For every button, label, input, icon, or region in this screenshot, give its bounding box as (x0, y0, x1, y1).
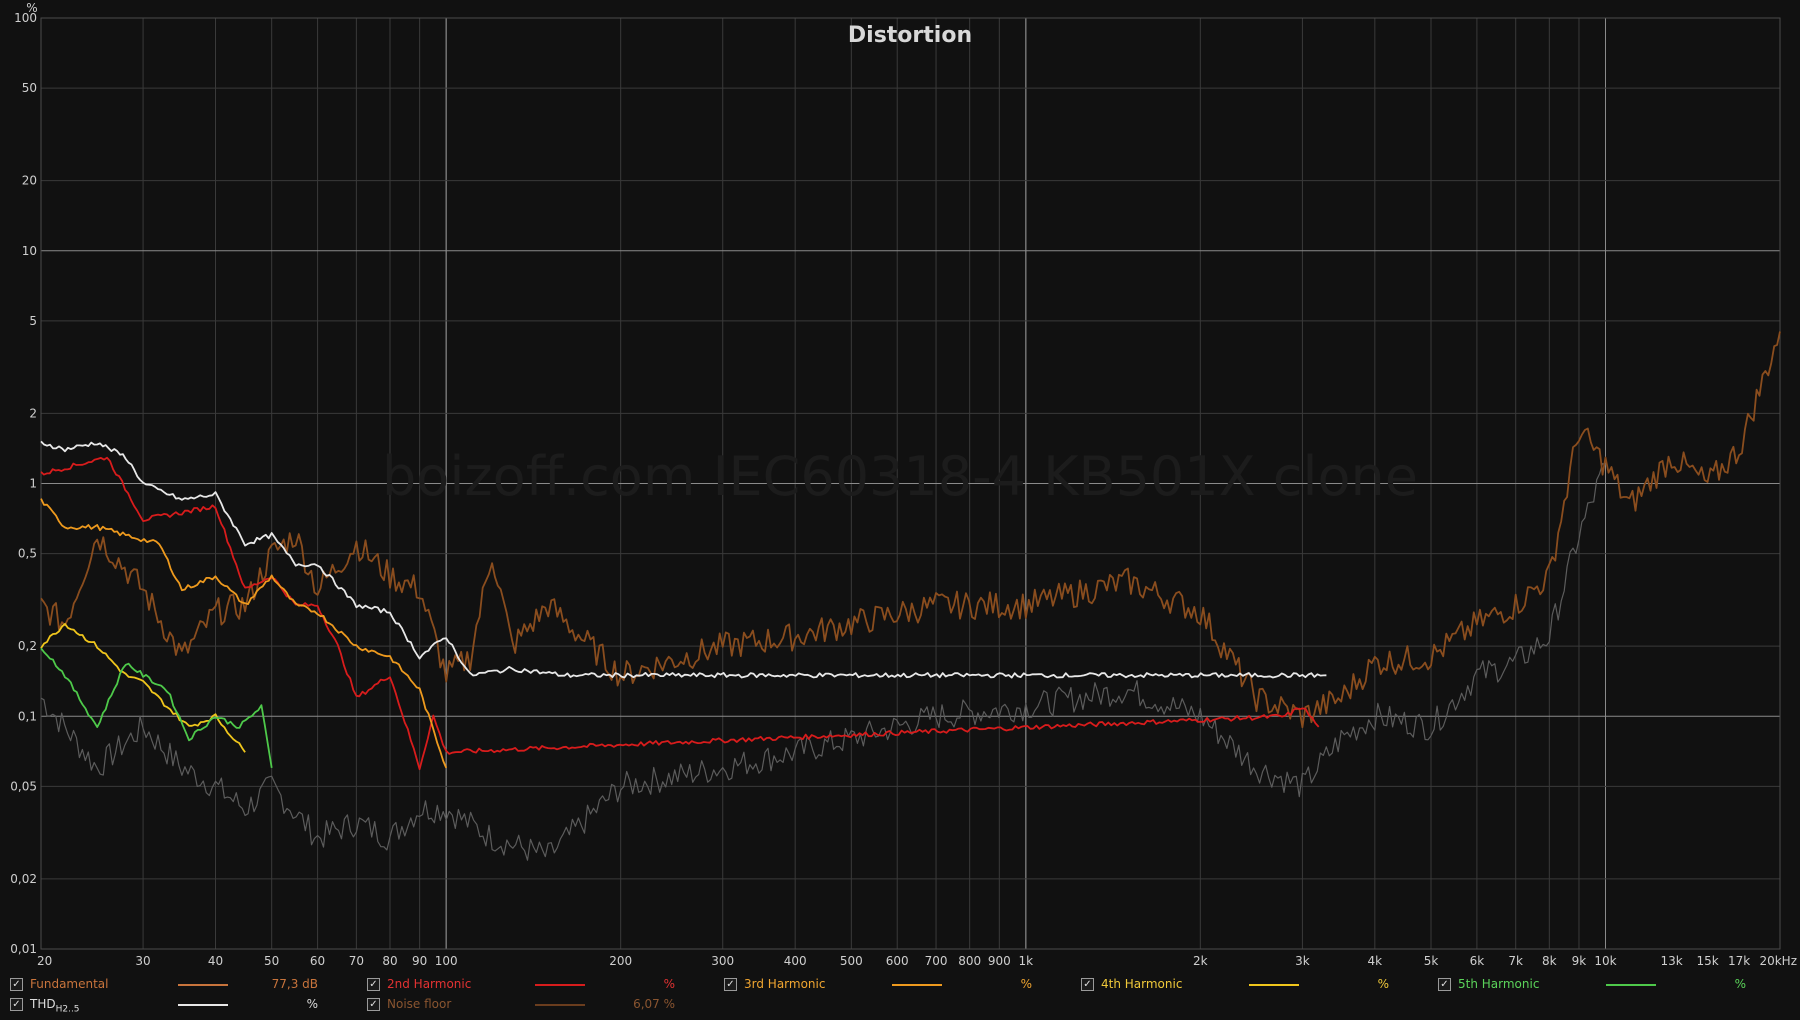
legend-item-noise-floor: ✓ Noise floor 6,07 % (367, 995, 707, 1015)
x-tick-label: 90 (412, 954, 427, 968)
x-tick-label: 2k (1193, 954, 1208, 968)
x-tick-label: 200 (609, 954, 632, 968)
legend-item-3rd-harmonic: ✓ 3rd Harmonic% (724, 975, 1064, 995)
legend-label: Noise floor (387, 997, 452, 1011)
distortion-chart: 100 50 20 10 5 2 1 0,5 0,2 0,1 0,05 0,02 0,01 20 30 40… (0, 0, 1800, 1020)
legend-subscript: H2..5 (55, 1004, 80, 1015)
legend-label: 2nd Harmonic (387, 977, 472, 991)
y-tick-label: 10 (22, 244, 37, 258)
x-tick-label: 15k (1696, 954, 1718, 968)
watermark-text: boizoff.com IEC60318-4 KB501X clone (382, 445, 1418, 508)
legend-swatch (1606, 984, 1656, 986)
x-tick-label: 8k (1542, 954, 1557, 968)
x-tick-label: 20kHz (1759, 954, 1797, 968)
legend-row-1: ✓ Fundamental 77,3 dB ✓ 2nd Harmonic% ✓ 3rd Ha… (0, 975, 1800, 995)
x-tick-label: 70 (349, 954, 364, 968)
y-tick-label: 0,01 (10, 942, 37, 956)
y-tick-label: 2 (29, 406, 37, 420)
x-tick-label: 100 (435, 954, 458, 968)
legend-checkbox[interactable]: ✓ (724, 978, 737, 991)
x-tick-label: 60 (310, 954, 325, 968)
x-tick-label: 700 (925, 954, 948, 968)
y-tick-label: 0,02 (10, 872, 37, 886)
legend-checkbox[interactable]: ✓ (10, 978, 23, 991)
legend-value: 6,07 % (633, 997, 675, 1011)
x-tick-label: 20 (37, 954, 52, 968)
x-tick-label: 10k (1594, 954, 1616, 968)
legend-item-thd: ✓ THDH2..5% (10, 995, 350, 1015)
x-tick-label: 3k (1295, 954, 1310, 968)
y-tick-label: 0,2 (18, 639, 37, 653)
legend-value: % (1377, 977, 1389, 991)
legend-row-2: ✓ THDH2..5% ✓ Noise floor 6,07 % (0, 995, 1800, 1015)
x-tick-label: 800 (958, 954, 981, 968)
x-tick-label: 4k (1368, 954, 1383, 968)
y-tick-label: 50 (22, 81, 37, 95)
x-tick-label: 400 (784, 954, 807, 968)
legend-value: % (1020, 977, 1032, 991)
legend-swatch (1249, 984, 1299, 986)
y-tick-label: 0,05 (10, 779, 37, 793)
y-tick-label: 20 (22, 174, 37, 188)
legend-value: % (1734, 977, 1746, 991)
legend-checkbox[interactable]: ✓ (10, 998, 23, 1011)
legend-swatch (178, 984, 228, 986)
legend-item-2nd-harmonic: ✓ 2nd Harmonic% (367, 975, 707, 995)
legend-value: 77,3 dB (271, 977, 318, 991)
legend-label: 4th Harmonic (1101, 977, 1183, 991)
legend-checkbox[interactable]: ✓ (1438, 978, 1451, 991)
x-tick-label: 17k (1728, 954, 1750, 968)
x-tick-label: 80 (382, 954, 397, 968)
legend-swatch (535, 984, 585, 986)
x-tick-label: 40 (208, 954, 223, 968)
legend-label: 5th Harmonic (1458, 977, 1540, 991)
x-tick-label: 7k (1508, 954, 1523, 968)
chart-title: Distortion (848, 23, 972, 48)
x-tick-label: 30 (135, 954, 150, 968)
x-tick-label: 13k (1660, 954, 1682, 968)
x-tick-label: 500 (840, 954, 863, 968)
y-axis-unit: % (26, 1, 37, 15)
legend-item-4th-harmonic: ✓ 4th Harmonic% (1081, 975, 1421, 995)
legend-swatch (178, 1004, 228, 1006)
x-tick-label: 300 (711, 954, 734, 968)
x-tick-label: 9k (1572, 954, 1587, 968)
y-tick-label: 0,5 (18, 547, 37, 561)
y-tick-label: 0,1 (18, 709, 37, 723)
legend-value: % (663, 977, 675, 991)
legend-label: 3rd Harmonic (744, 977, 826, 991)
legend-checkbox[interactable]: ✓ (367, 998, 380, 1011)
x-tick-label: 50 (264, 954, 279, 968)
legend-value: % (306, 997, 318, 1011)
legend-checkbox[interactable]: ✓ (367, 978, 380, 991)
y-tick-label: 5 (29, 314, 37, 328)
y-tick-label: 1 (29, 477, 37, 491)
x-tick-label: 900 (988, 954, 1011, 968)
x-tick-label: 600 (886, 954, 909, 968)
legend-item-5th-harmonic: ✓ 5th Harmonic% (1438, 975, 1778, 995)
legend-item-fundamental: ✓ Fundamental 77,3 dB (10, 975, 350, 995)
x-tick-label: 5k (1424, 954, 1439, 968)
legend-swatch (892, 984, 942, 986)
legend-checkbox[interactable]: ✓ (1081, 978, 1094, 991)
legend-swatch (535, 1004, 585, 1006)
legend-label: Fundamental (30, 977, 109, 991)
legend-label: THDH2..5 (30, 997, 80, 1015)
x-tick-label: 6k (1470, 954, 1485, 968)
x-tick-label: 1k (1019, 954, 1034, 968)
